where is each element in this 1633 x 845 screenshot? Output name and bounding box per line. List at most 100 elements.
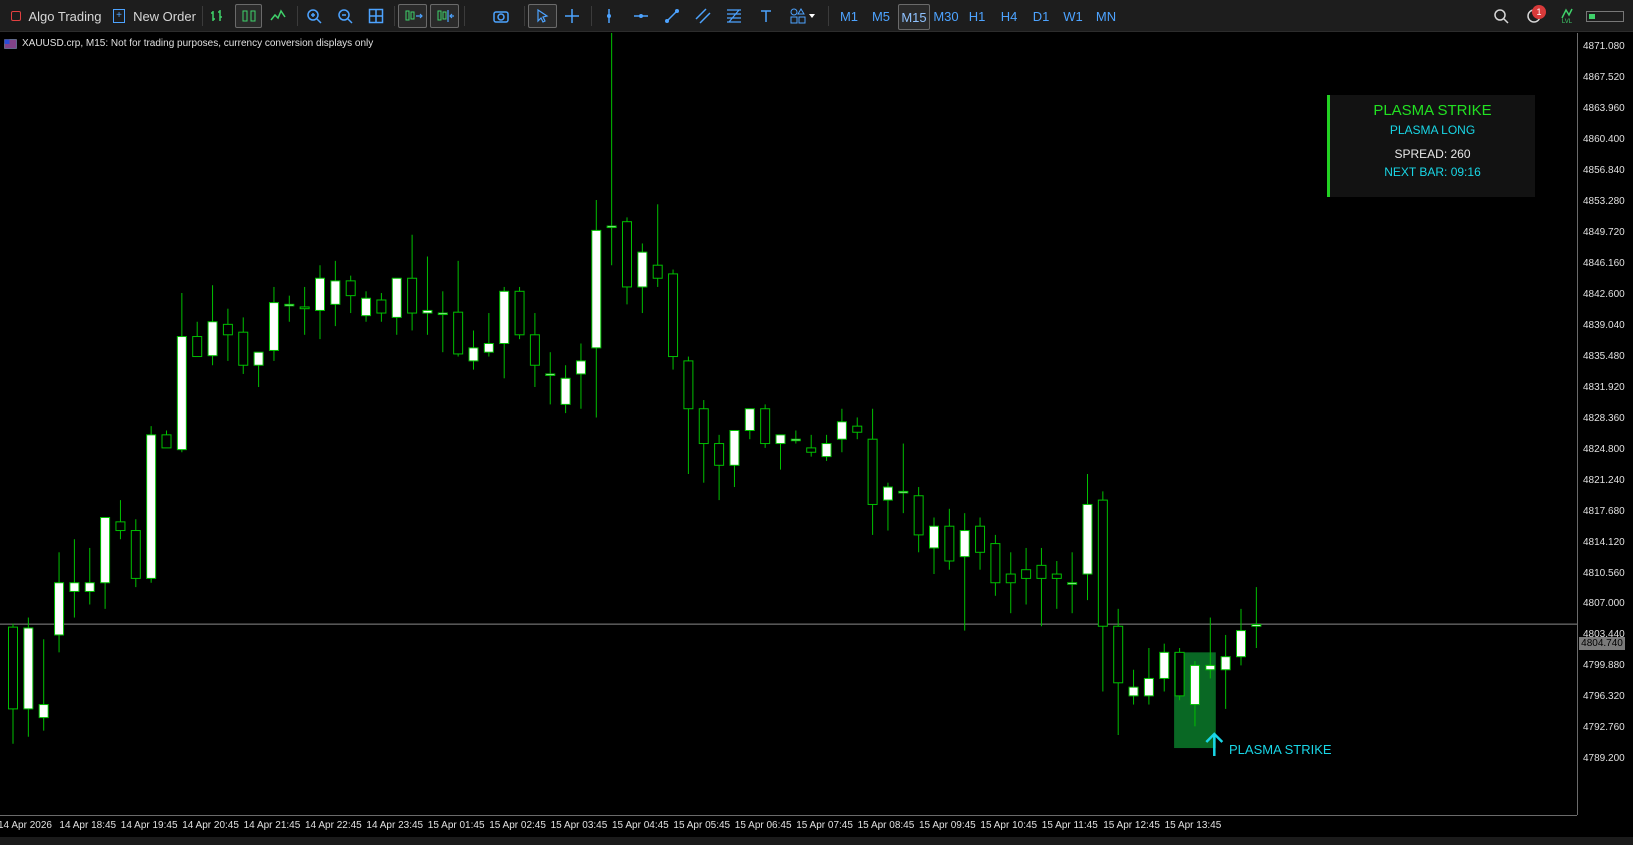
candle-body [238, 331, 249, 366]
price-tick-label: 4846.160 [1583, 257, 1625, 269]
vertical-line-icon[interactable] [598, 4, 620, 28]
time-tick-label: 15 Apr 05:45 [673, 820, 731, 831]
new-order-button[interactable]: + New Order [112, 4, 197, 28]
new-order-icon: + [113, 9, 126, 23]
timeframe-h4[interactable]: H4 [995, 4, 1023, 28]
timeframe-m30[interactable]: M30 [930, 4, 962, 28]
candle-body [545, 373, 556, 376]
candle-body [1236, 630, 1246, 658]
panel-next-bar: NEXT BAR: 09:16 [1384, 165, 1481, 179]
candle-body [161, 434, 172, 449]
candle-body [913, 495, 924, 536]
candle-body [146, 434, 157, 579]
time-tick-label: 14 Apr 2026 [0, 820, 52, 831]
toolbar-separator [524, 6, 525, 26]
time-tick-label: 15 Apr 09:45 [919, 820, 976, 831]
candle-body [1113, 625, 1124, 684]
candle-body [299, 306, 310, 310]
time-tick-label: 14 Apr 18:45 [59, 820, 117, 831]
time-tick-label: 15 Apr 01:45 [427, 820, 485, 831]
timeframe-m1[interactable]: M1 [834, 4, 864, 28]
signal-level-indicator: LVL [1555, 4, 1579, 28]
toolbar-separator [297, 6, 298, 26]
price-tick-label: 4831.920 [1583, 381, 1625, 393]
price-tick-label: 4835.480 [1583, 350, 1625, 362]
trendline-icon[interactable] [661, 4, 683, 28]
candle-body [1051, 573, 1062, 579]
text-tool-icon[interactable] [755, 4, 777, 28]
timeframe-m5[interactable]: M5 [866, 4, 896, 28]
zoom-in-icon[interactable] [302, 4, 326, 28]
candle-body [775, 434, 786, 445]
time-tick-label: 15 Apr 02:45 [489, 820, 546, 831]
candle-body [1205, 664, 1216, 671]
connection-status-bar[interactable] [1585, 4, 1625, 28]
crosshair-icon[interactable] [560, 4, 584, 28]
notification-badge: 1 [1532, 5, 1546, 19]
candle-body [683, 360, 694, 410]
auto-scroll-icon[interactable] [398, 4, 427, 28]
candle-body [176, 336, 187, 451]
algo-trading-button[interactable]: Algo Trading [10, 4, 102, 28]
top-toolbar: Algo Trading + New Order M1 M5 M15 M30 H… [0, 0, 1633, 32]
candle-body [929, 525, 939, 549]
candle-body [760, 408, 771, 445]
candle-body [130, 530, 141, 579]
notifications-button[interactable]: 1 [1520, 4, 1548, 28]
cursor-icon[interactable] [528, 4, 557, 28]
candle-body [69, 582, 80, 592]
horizontal-line-icon[interactable] [630, 4, 652, 28]
candle-body [1159, 651, 1170, 679]
candle-body [821, 443, 832, 458]
candle-body [23, 627, 34, 710]
tile-windows-icon[interactable] [364, 4, 388, 28]
candle-body [207, 321, 218, 357]
chart-shift-icon[interactable] [430, 4, 459, 28]
timeframe-h1[interactable]: H1 [963, 4, 991, 28]
candle-body [361, 297, 372, 317]
timeframe-m15[interactable]: M15 [898, 4, 930, 30]
signal-icon [1561, 8, 1573, 19]
timeframe-mn[interactable]: MN [1091, 4, 1121, 28]
search-icon[interactable] [1489, 4, 1513, 28]
price-tick-label: 4789.200 [1583, 753, 1625, 765]
zoom-out-icon[interactable] [333, 4, 357, 28]
candle-body [898, 490, 909, 494]
candle-body [345, 280, 356, 297]
fibonacci-icon[interactable] [723, 4, 745, 28]
panel-spread: SPREAD: 260 [1394, 147, 1471, 161]
time-tick-label: 15 Apr 10:45 [980, 820, 1038, 831]
channel-icon[interactable] [692, 4, 714, 28]
price-tick-label: 4856.840 [1583, 164, 1625, 176]
candle-body [622, 221, 632, 288]
candle-body [1082, 503, 1093, 575]
timeframe-d1[interactable]: D1 [1027, 4, 1055, 28]
time-tick-label: 15 Apr 07:45 [796, 820, 853, 831]
timeframe-w1[interactable]: W1 [1059, 4, 1087, 28]
candle-body [1036, 564, 1047, 579]
candle-body [315, 277, 325, 311]
price-tick-label: 4860.400 [1583, 133, 1625, 145]
price-tick-label: 4803.440 [1583, 629, 1625, 641]
candle-body [284, 303, 295, 307]
candle-body [591, 229, 602, 349]
toolbar-separator [464, 6, 465, 26]
candle-body [1021, 569, 1032, 579]
candle-body [115, 521, 126, 532]
candle-body [1220, 656, 1231, 671]
shapes-dropdown-icon[interactable] [786, 4, 822, 28]
candle-body [222, 323, 233, 336]
candle-body [652, 264, 663, 279]
screenshot-icon[interactable] [488, 4, 514, 28]
price-tick-label: 4863.960 [1583, 102, 1625, 114]
candle-body [1097, 499, 1108, 627]
line-chart-icon[interactable] [266, 4, 290, 28]
candle-body [606, 225, 617, 229]
bar-chart-icon[interactable] [206, 4, 230, 28]
price-tick-label: 4807.000 [1583, 598, 1625, 610]
candle-body [437, 312, 448, 316]
algo-trading-icon [10, 11, 21, 21]
candle-body [806, 447, 817, 453]
candle-body [575, 360, 586, 375]
candlestick-chart-icon[interactable] [235, 4, 262, 28]
